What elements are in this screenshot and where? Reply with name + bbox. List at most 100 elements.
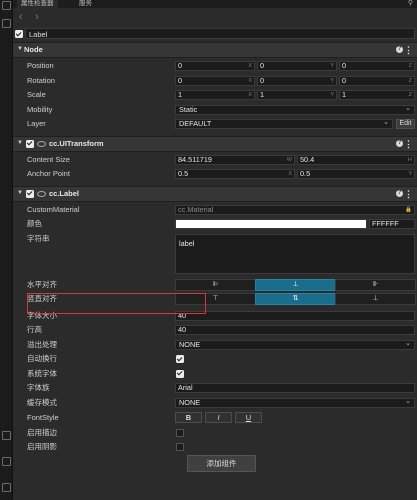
more-icon[interactable]: ⋮: [404, 138, 413, 150]
panel-icon[interactable]: [2, 483, 11, 492]
uitransform-header[interactable]: ▼ cc.UITransform ? ⋮: [13, 135, 417, 152]
scale-z-input[interactable]: 1Z: [339, 90, 415, 100]
component-enabled-checkbox[interactable]: [26, 139, 34, 148]
layer-row: Layer DEFAULT ⌄ Edit: [13, 117, 417, 132]
align-right-button[interactable]: ⊪: [335, 278, 416, 291]
align-bottom-button[interactable]: ⊥: [335, 293, 416, 305]
font-size-input[interactable]: 40: [175, 310, 415, 321]
content-height-input[interactable]: 50.4 H: [297, 154, 415, 165]
node-active-checkbox[interactable]: [15, 30, 23, 38]
more-icon[interactable]: ⋮: [404, 188, 413, 200]
anchor-x-input[interactable]: 0.5 X: [175, 169, 295, 179]
rotation-y-input[interactable]: 0Y: [257, 75, 337, 86]
content-width-input[interactable]: 84.511719 W: [175, 154, 295, 165]
axis-label: Z: [408, 63, 412, 69]
h-align-label: 水平对齐: [27, 279, 57, 289]
layer-select[interactable]: DEFAULT ⌄: [175, 119, 393, 129]
collapse-icon[interactable]: ▼: [17, 46, 23, 52]
content-width-value: 84.511719: [178, 154, 212, 164]
back-icon[interactable]: ‹: [19, 11, 23, 23]
rotation-z-input[interactable]: 0Z: [339, 75, 415, 86]
left-toolbar: [0, 0, 13, 500]
node-name-input[interactable]: Label: [25, 28, 415, 39]
rotation-row: Rotation 0X 0Y 0Z: [13, 74, 417, 89]
cache-mode-label: 缓存模式: [27, 397, 57, 407]
chevron-down-icon: ⌄: [405, 339, 411, 347]
bold-button[interactable]: B: [175, 412, 202, 423]
tab-bar: 属性检查器 服务 ⚲: [13, 0, 417, 8]
pin-icon[interactable]: ⚲: [408, 0, 413, 8]
system-font-label: 系统字体: [27, 368, 57, 378]
rotation-y-value: 0: [260, 75, 265, 85]
system-font-row: 系统字体: [13, 367, 417, 382]
font-style-label: FontStyle: [27, 413, 59, 422]
scale-x-input[interactable]: 1X: [175, 90, 255, 100]
line-height-input[interactable]: 40: [175, 325, 415, 335]
panel-icon[interactable]: [2, 457, 11, 466]
collapse-icon[interactable]: ▼: [17, 140, 23, 146]
v-align-segmented: ⊤ ⇅ ⊥: [175, 293, 416, 305]
outline-row: 启用描边: [13, 426, 417, 441]
cache-mode-select[interactable]: NONE ⌄: [175, 397, 415, 408]
underline-button[interactable]: U: [235, 412, 262, 423]
rotation-x-value: 0: [178, 75, 183, 85]
font-family-input[interactable]: Arial: [175, 383, 415, 393]
layer-edit-button[interactable]: Edit: [396, 119, 415, 129]
axis-label: X: [248, 92, 252, 98]
lock-icon: 🔒: [405, 206, 412, 213]
align-center-button[interactable]: ⊥: [255, 278, 336, 291]
color-hex-input[interactable]: FFFFFF: [369, 219, 415, 229]
font-family-value: Arial: [178, 383, 193, 392]
string-value: label: [179, 238, 195, 248]
anchor-y-input[interactable]: 0.5 Y: [297, 169, 415, 179]
tab-service[interactable]: 服务: [75, 0, 96, 8]
string-textarea[interactable]: label: [175, 233, 415, 274]
outline-checkbox[interactable]: [176, 428, 184, 437]
system-font-checkbox[interactable]: [176, 369, 184, 378]
label-component-header[interactable]: ▼ cc.Label ? ⋮: [13, 185, 417, 202]
grid-icon[interactable]: [2, 1, 11, 10]
rotation-x-input[interactable]: 0X: [175, 75, 255, 86]
overflow-label: 溢出处理: [27, 339, 57, 349]
more-icon[interactable]: ⋮: [404, 44, 413, 56]
eye-icon[interactable]: [37, 140, 46, 147]
help-icon[interactable]: ?: [396, 139, 403, 147]
position-x-input[interactable]: 0X: [175, 61, 255, 71]
align-left-button[interactable]: ⊫: [175, 278, 256, 291]
mobility-value: Static: [179, 104, 198, 114]
add-component-button[interactable]: 添加组件: [187, 455, 256, 472]
color-row: 颜色 FFFFFF: [13, 217, 417, 232]
color-swatch[interactable]: [175, 219, 367, 229]
cache-mode-value: NONE: [179, 397, 201, 407]
axis-label: Y: [330, 92, 334, 98]
help-icon[interactable]: ?: [396, 189, 403, 197]
eye-icon[interactable]: [37, 190, 46, 197]
shadow-checkbox[interactable]: [176, 443, 184, 451]
axis-label: X: [248, 77, 252, 84]
component-enabled-checkbox[interactable]: [26, 189, 34, 198]
wrap-checkbox[interactable]: [176, 355, 184, 363]
mobility-row: Mobility Static ⌄: [13, 103, 417, 118]
chevron-down-icon: ⌄: [405, 397, 411, 405]
layer-label: Layer: [27, 119, 46, 128]
italic-button[interactable]: I: [205, 412, 232, 423]
collapse-icon[interactable]: ▼: [17, 190, 23, 196]
align-middle-button[interactable]: ⇅: [255, 293, 336, 305]
layers-icon[interactable]: [2, 19, 11, 28]
overflow-value: NONE: [179, 339, 201, 349]
mobility-select[interactable]: Static ⌄: [175, 104, 415, 115]
chevron-down-icon: ⌄: [383, 119, 389, 126]
help-icon[interactable]: ?: [396, 46, 403, 53]
node-name-row: Label: [13, 27, 417, 41]
position-z-input[interactable]: 0Z: [339, 61, 415, 71]
tab-inspector[interactable]: 属性检查器: [17, 0, 58, 8]
custom-material-asset[interactable]: cc.Material 🔒: [175, 204, 415, 215]
scale-row: Scale 1X 1Y 1Z: [13, 88, 417, 103]
overflow-select[interactable]: NONE ⌄: [175, 339, 415, 350]
wrap-row: 自动换行: [13, 352, 417, 367]
scale-y-input[interactable]: 1Y: [257, 90, 337, 100]
node-section-header[interactable]: ▼ Node ? ⋮: [13, 42, 417, 58]
position-y-input[interactable]: 0Y: [257, 61, 337, 71]
panel-icon[interactable]: [2, 431, 11, 440]
forward-icon[interactable]: ›: [35, 11, 39, 23]
